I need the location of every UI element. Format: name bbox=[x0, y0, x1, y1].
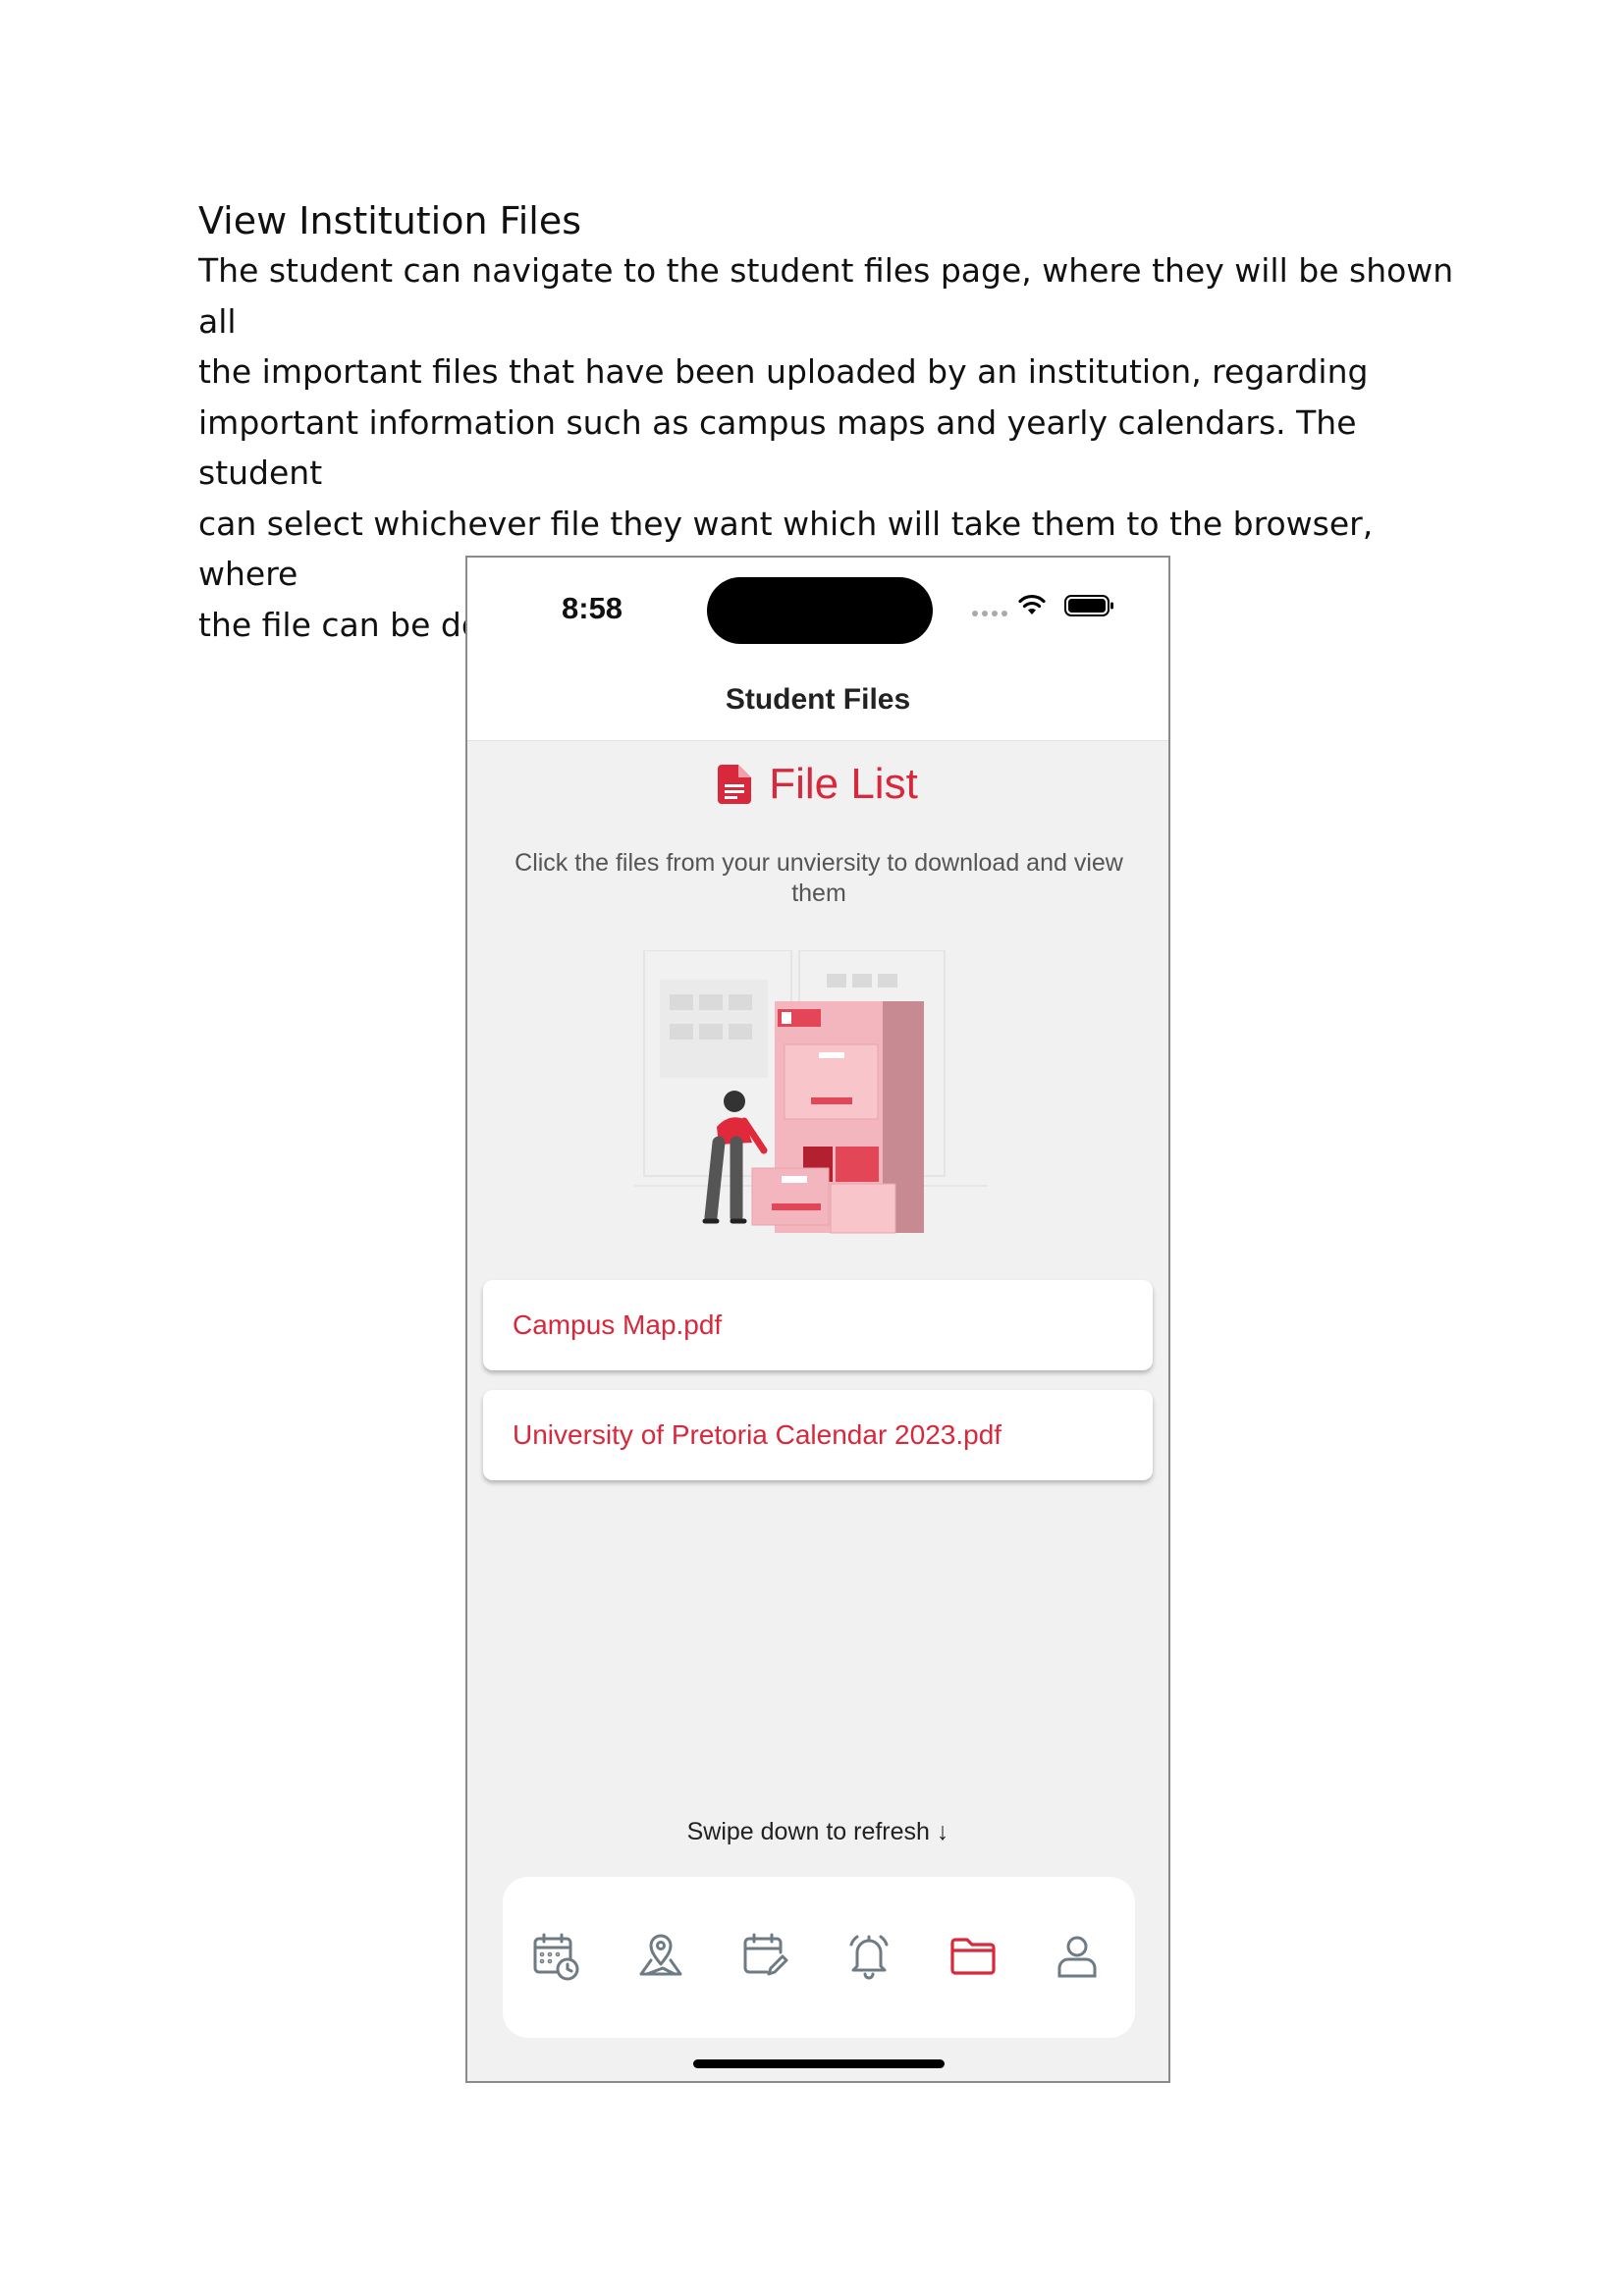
page-title: Student Files bbox=[725, 683, 911, 716]
user-icon bbox=[1057, 1936, 1097, 1978]
cellular-signal-icon bbox=[972, 611, 1007, 616]
paragraph-line: important information such as campus map… bbox=[198, 402, 1357, 493]
tab-profile[interactable] bbox=[1043, 1922, 1111, 1991]
file-name: Campus Map.pdf bbox=[513, 1309, 723, 1340]
map-pin-icon bbox=[639, 1934, 682, 1976]
swipe-refresh-hint: Swipe down to refresh ↓ bbox=[686, 1818, 949, 1845]
section-heading: View Institution Files bbox=[198, 199, 582, 242]
file-document-icon bbox=[718, 765, 752, 804]
tab-notifications[interactable] bbox=[835, 1922, 903, 1991]
file-list-title: File List bbox=[769, 760, 918, 808]
tab-calendar-edit[interactable] bbox=[731, 1922, 799, 1991]
paragraph-line: The student can navigate to the student … bbox=[198, 251, 1454, 341]
dynamic-island bbox=[707, 577, 933, 644]
file-list-header: File List bbox=[467, 760, 1168, 809]
home-indicator bbox=[693, 2059, 945, 2068]
file-item-campus-map[interactable]: Campus Map.pdf bbox=[483, 1280, 1153, 1370]
woman-filing-cabinet-illustration bbox=[634, 950, 988, 1234]
tab-files[interactable] bbox=[939, 1922, 1007, 1991]
tab-schedule[interactable] bbox=[522, 1922, 591, 1991]
status-time: 8:58 bbox=[562, 591, 623, 625]
file-name: University of Pretoria Calendar 2023.pdf bbox=[513, 1419, 1002, 1450]
navigation-bar: Student Files bbox=[467, 656, 1168, 741]
bell-icon bbox=[849, 1935, 889, 1980]
file-list-subtitle: Click the files from your unviersity to … bbox=[514, 849, 1123, 907]
wifi-icon bbox=[1018, 594, 1046, 614]
battery-icon bbox=[1064, 595, 1113, 616]
tab-map[interactable] bbox=[626, 1922, 695, 1991]
phone-screenshot: 8:58 Student Files File List Click the f… bbox=[465, 556, 1170, 2083]
file-item-university-calendar[interactable]: University of Pretoria Calendar 2023.pdf bbox=[483, 1390, 1153, 1480]
folder-icon bbox=[950, 1938, 996, 1975]
calendar-edit-icon bbox=[743, 1933, 788, 1976]
calendar-clock-icon bbox=[533, 1933, 579, 1981]
bottom-tab-bar bbox=[503, 1877, 1135, 2038]
status-bar: 8:58 bbox=[467, 558, 1168, 656]
paragraph-line: the important files that have been uploa… bbox=[198, 352, 1369, 391]
